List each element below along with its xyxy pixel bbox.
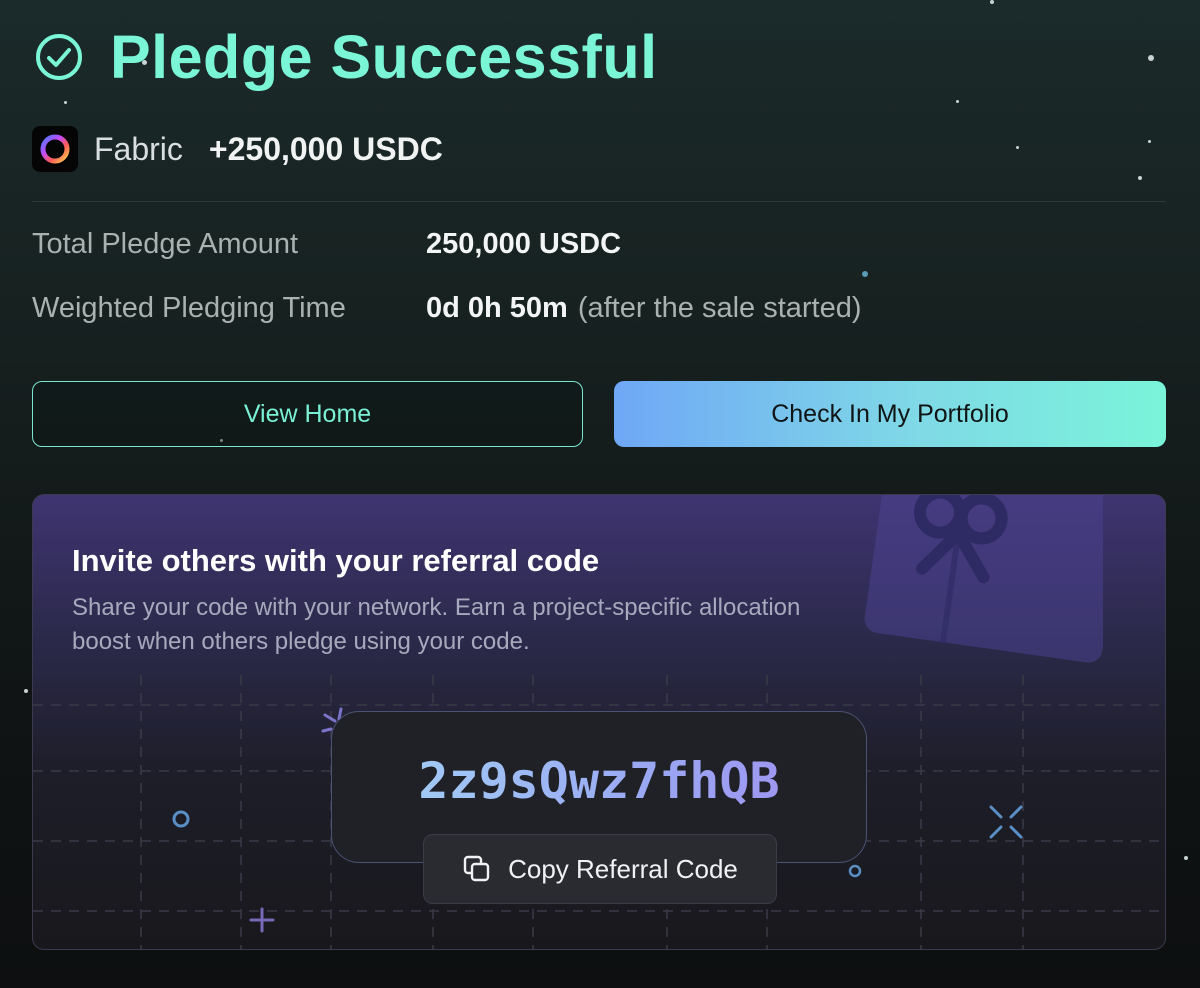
star-decoration: [1016, 146, 1019, 149]
page-title: Pledge Successful: [110, 23, 658, 91]
referral-description: Share your code with your network. Earn …: [72, 594, 801, 655]
star-decoration: [1148, 55, 1154, 61]
check-portfolio-button[interactable]: Check In My Portfolio: [614, 381, 1166, 447]
gift-icon: [864, 495, 1103, 663]
circle-decoration: [172, 810, 190, 828]
divider: [32, 201, 1166, 202]
circle-decoration: [848, 864, 862, 878]
referral-title: Invite others with your referral code: [72, 543, 600, 578]
view-home-button[interactable]: View Home: [32, 381, 583, 447]
star-decoration: [1184, 856, 1188, 860]
copy-referral-code-button[interactable]: Copy Referral Code: [423, 834, 777, 904]
referral-card: Invite others with your referral code Sh…: [32, 494, 1166, 950]
pledging-time-value: 0d 0h 50m: [426, 292, 568, 324]
star-decoration: [1148, 140, 1151, 143]
star-decoration: [64, 101, 67, 104]
success-header: Pledge Successful: [34, 22, 658, 92]
referral-code: 2z9sQwz7fhQB: [332, 752, 866, 810]
total-pledge-value: 250,000 USDC: [426, 228, 622, 260]
fabric-logo-icon: [32, 126, 78, 172]
copy-referral-code-label: Copy Referral Code: [508, 853, 738, 884]
total-pledge-row: Total Pledge Amount 250,000 USDC: [32, 228, 621, 261]
plus-decoration: [249, 907, 275, 933]
token-row: Fabric +250,000 USDC: [32, 126, 443, 172]
token-name: Fabric: [94, 130, 183, 167]
star-decoration: [956, 100, 959, 103]
star-decoration: [990, 0, 994, 4]
check-circle-icon: [36, 34, 82, 80]
star-decoration: [1138, 176, 1142, 180]
total-pledge-label: Total Pledge Amount: [32, 228, 299, 260]
pledging-time-note: (after the sale started): [577, 292, 862, 324]
star-decoration: [862, 271, 868, 277]
copy-icon: [463, 855, 490, 882]
pledge-amount: +250,000 USDC: [208, 130, 443, 167]
star-decoration: [24, 689, 28, 693]
pledging-time-label: Weighted Pledging Time: [32, 292, 346, 324]
sparkle-decoration: [989, 805, 1023, 839]
pledging-time-row: Weighted Pledging Time 0d 0h 50m (after …: [32, 292, 862, 325]
